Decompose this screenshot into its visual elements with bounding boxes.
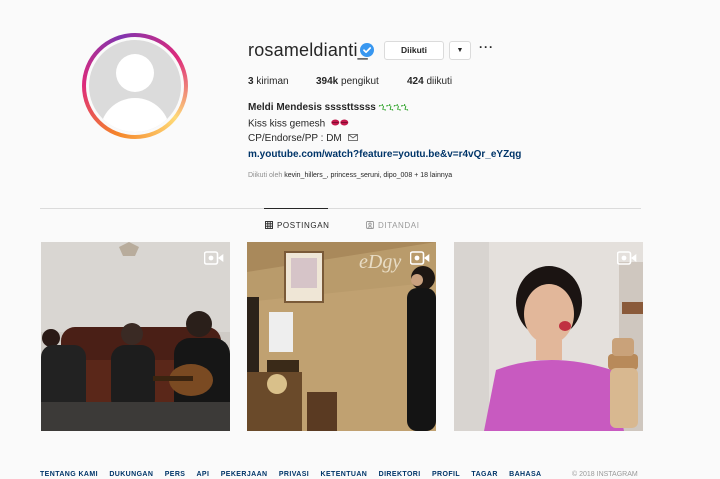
tab-posts-label: POSTINGAN <box>277 221 330 230</box>
tagged-user-icon <box>366 221 374 231</box>
post-thumbnail[interactable] <box>41 242 230 431</box>
footer-link-hashtags[interactable]: TAGAR <box>471 471 497 478</box>
video-icon <box>409 251 430 270</box>
post-image-salon: eDgy <box>247 242 436 431</box>
profile-username: rosameldianti_ <box>248 40 368 60</box>
followed-by-users[interactable]: kevin_hillers_, princess_seruni, dipo_00… <box>284 172 412 179</box>
footer-link-jobs[interactable]: PEKERJAAN <box>221 471 268 478</box>
bio-name: Meldi Mendesis ssssttssss ኂኂኂኂ <box>248 102 409 113</box>
video-icon <box>203 251 224 270</box>
footer-link-api[interactable]: API <box>196 471 209 478</box>
verified-badge-icon <box>360 43 374 57</box>
footer-copyright: © 2018 INSTAGRAM <box>572 471 638 478</box>
avatar[interactable] <box>86 37 184 135</box>
svg-text:eDgy: eDgy <box>359 251 401 273</box>
post-image-selfie <box>454 242 643 431</box>
bio-line-3-text: CP/Endorse/PP : DM <box>248 133 342 145</box>
following-label: diikuti <box>426 76 453 87</box>
more-options-icon[interactable]: ··· <box>479 40 494 54</box>
footer-link-language[interactable]: BAHASA <box>509 471 541 478</box>
bio-line-2-text: Kiss kiss gemesh <box>248 118 326 130</box>
post-thumbnail[interactable]: eDgy <box>247 242 436 431</box>
profile-avatar-ring[interactable] <box>82 33 188 139</box>
suggestions-dropdown-button[interactable]: ▼ <box>449 41 471 60</box>
footer-link-support[interactable]: DUKUNGAN <box>109 471 153 478</box>
followers-stat[interactable]: 394k pengikut <box>316 76 379 87</box>
followed-by-prefix: Diikuti oleh <box>248 172 283 179</box>
video-icon <box>616 251 637 270</box>
followed-by-more[interactable]: + 18 lainnya <box>414 172 452 179</box>
full-name: Meldi Mendesis ssssttssss <box>248 102 376 113</box>
footer-link-privacy[interactable]: PRIVASI <box>279 471 309 478</box>
tab-tagged-label: DITANDAI <box>378 221 420 230</box>
followers-label: pengikut <box>341 76 379 87</box>
envelope-icon <box>347 133 358 144</box>
followers-count: 394k <box>316 76 339 87</box>
profile-tabs-divider <box>40 208 641 209</box>
post-image-band <box>41 242 230 431</box>
footer-links: TENTANG KAMI DUKUNGAN PERS API PEKERJAAN… <box>40 471 551 478</box>
bio-line-3: CP/Endorse/PP : DM <box>248 133 358 144</box>
tab-tagged[interactable]: DITANDAI <box>366 221 420 231</box>
following-stat[interactable]: 424 diikuti <box>407 76 452 87</box>
bio-line-2: Kiss kiss gemesh <box>248 118 349 130</box>
active-tab-indicator <box>264 208 328 209</box>
footer-link-directory[interactable]: DIREKTORI <box>379 471 421 478</box>
following-count: 424 <box>407 76 424 87</box>
default-avatar-icon <box>89 40 181 132</box>
caret-down-icon: ▼ <box>456 47 464 54</box>
footer-link-terms[interactable]: KETENTUAN <box>321 471 368 478</box>
footer-link-profiles[interactable]: PROFIL <box>432 471 460 478</box>
footer-link-press[interactable]: PERS <box>165 471 186 478</box>
posts-label: kiriman <box>256 76 289 87</box>
posts-stat: 3 kiriman <box>248 76 289 87</box>
tab-posts[interactable]: POSTINGAN <box>265 221 330 231</box>
post-thumbnail[interactable] <box>454 242 643 431</box>
following-button[interactable]: Diikuti <box>384 41 444 60</box>
footer-link-about[interactable]: TENTANG KAMI <box>40 471 98 478</box>
followed-by[interactable]: Diikuti oleh kevin_hillers_, princess_se… <box>248 172 452 179</box>
posts-count: 3 <box>248 76 254 87</box>
kiss-lips-icon <box>331 118 349 130</box>
bio-squiggle-text: ኂኂኂኂ <box>378 102 409 113</box>
bio-website-link[interactable]: m.youtube.com/watch?feature=youtu.be&v=r… <box>248 149 521 160</box>
grid-icon <box>265 221 273 231</box>
